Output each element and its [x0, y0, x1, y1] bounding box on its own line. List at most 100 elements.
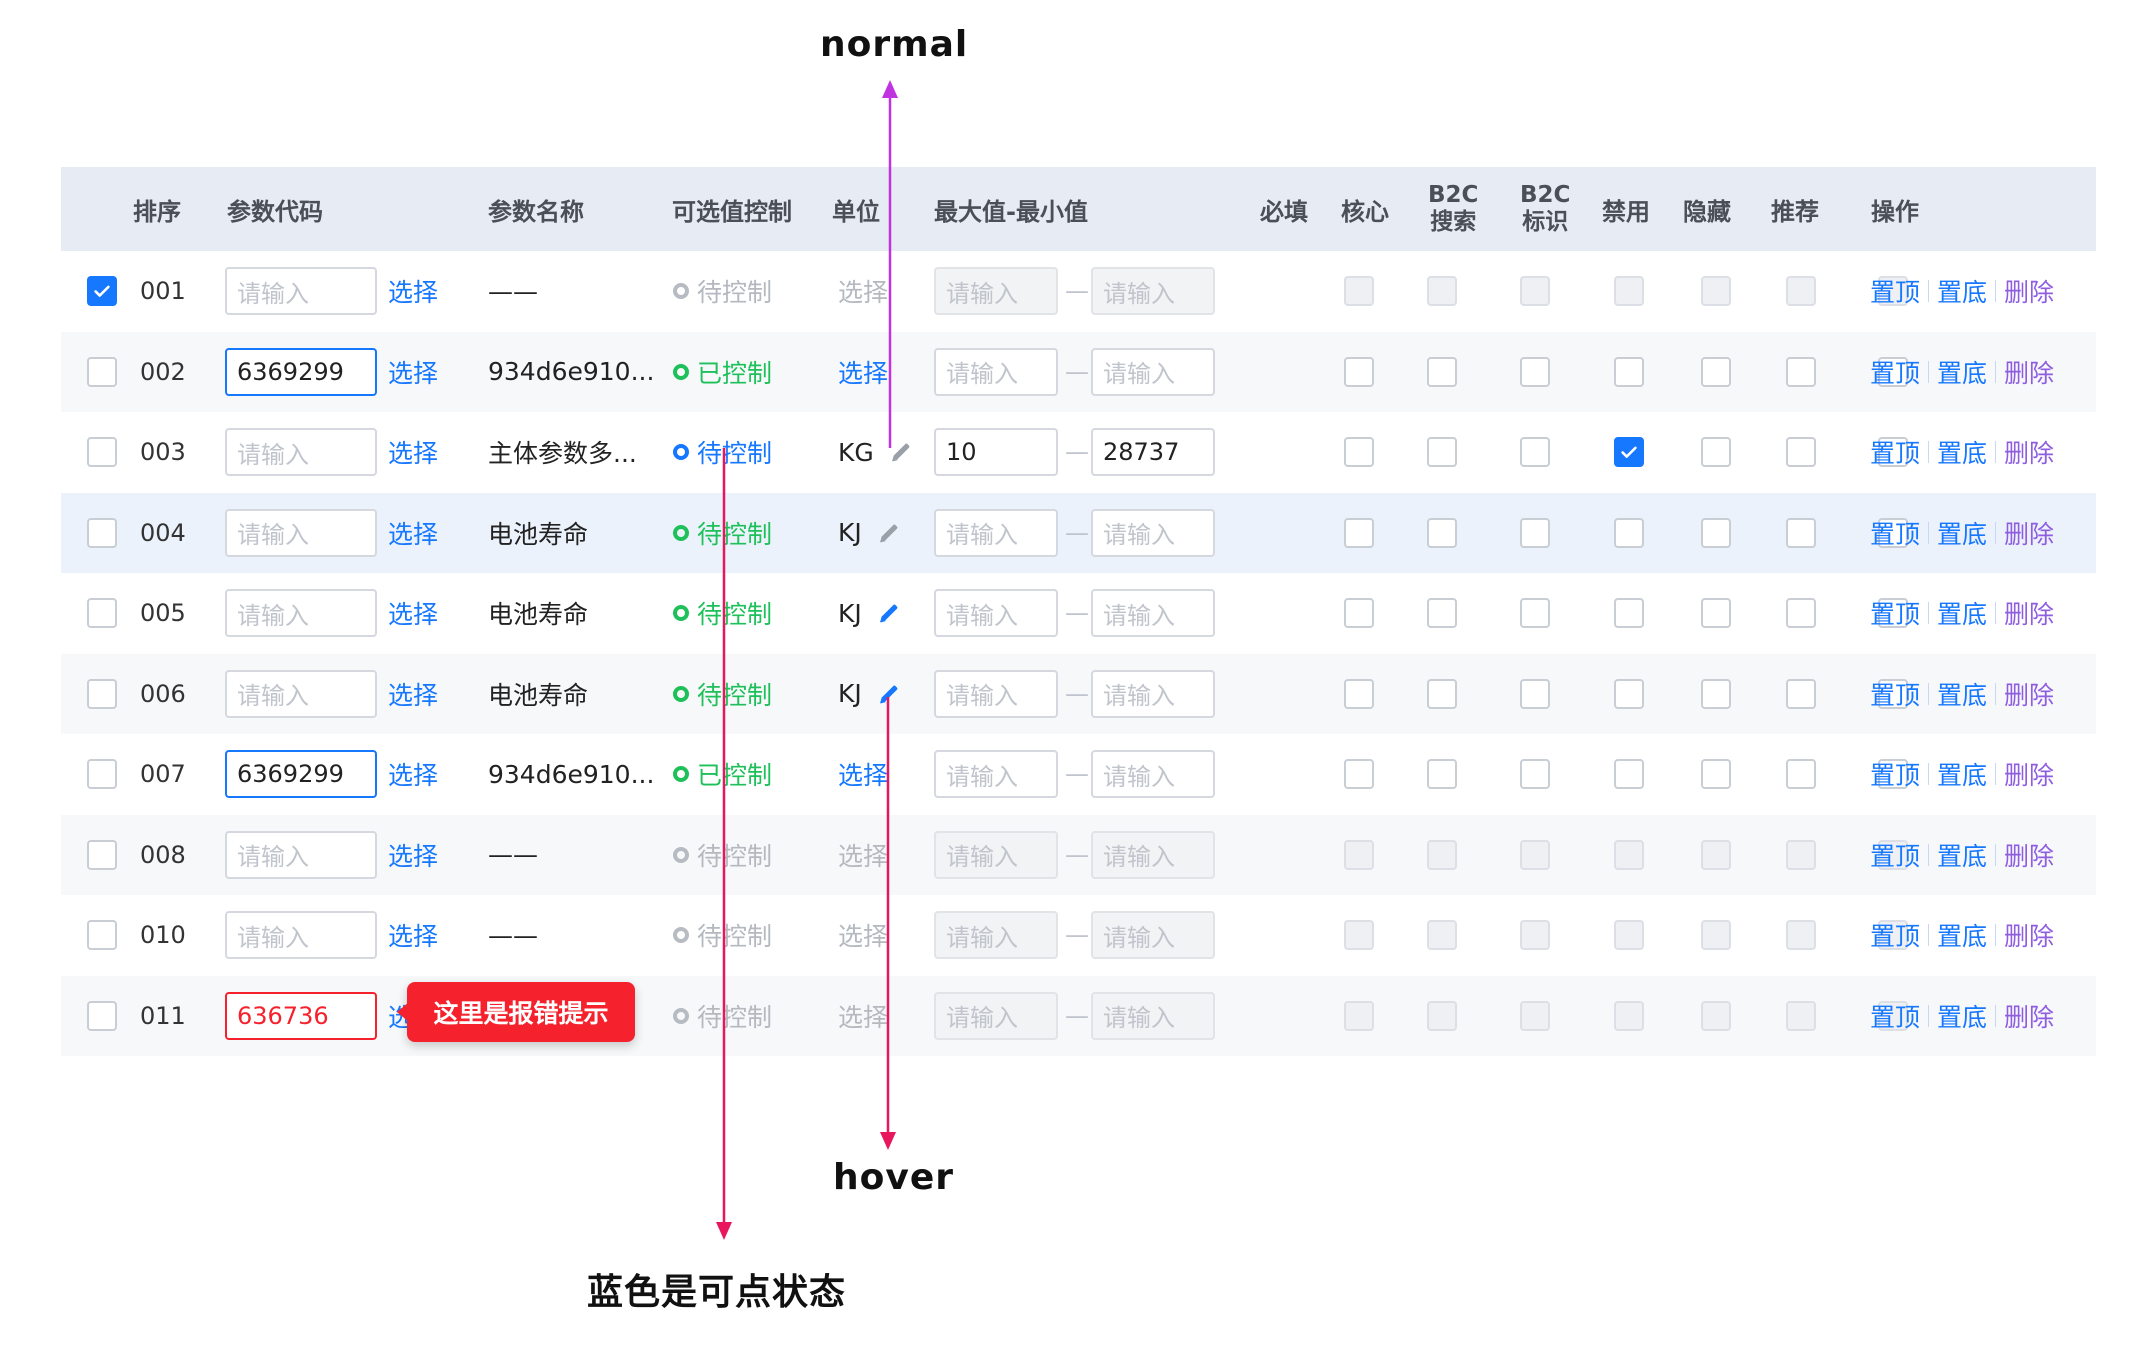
code-input[interactable]: 请输入 [225, 589, 377, 638]
code-input[interactable]: 636736 [225, 991, 377, 1040]
move-bottom-link[interactable]: 置底 [1937, 917, 1987, 953]
row-select-checkbox[interactable] [87, 759, 117, 790]
code-select-link[interactable]: 选择 [388, 273, 438, 309]
edit-pencil-icon[interactable] [876, 600, 902, 626]
delete-link[interactable]: 删除 [2004, 998, 2054, 1034]
edit-pencil-icon[interactable] [876, 681, 902, 707]
row-select-checkbox[interactable] [87, 920, 117, 951]
code-input[interactable]: 请输入 [225, 508, 377, 557]
code-input[interactable]: 请输入 [225, 669, 377, 718]
delete-link[interactable]: 删除 [2004, 756, 2054, 792]
move-bottom-link[interactable]: 置底 [1937, 595, 1987, 631]
unit-value[interactable]: KJ [838, 599, 902, 628]
delete-link[interactable]: 删除 [2004, 354, 2054, 390]
code-select-link[interactable]: 选择 [388, 676, 438, 712]
unit-value[interactable]: 选择 [838, 756, 888, 792]
move-top-link[interactable]: 置顶 [1870, 354, 1920, 390]
move-bottom-link[interactable]: 置底 [1937, 756, 1987, 792]
control-status[interactable]: 已控制 [673, 354, 772, 390]
move-bottom-link[interactable]: 置底 [1937, 515, 1987, 551]
code-select-link[interactable]: 选择 [388, 595, 438, 631]
delete-link[interactable]: 删除 [2004, 676, 2054, 712]
delete-link[interactable]: 删除 [2004, 273, 2054, 309]
move-bottom-link[interactable]: 置底 [1937, 434, 1987, 470]
core-checkbox[interactable] [1427, 759, 1457, 790]
code-select-link[interactable]: 选择 [388, 515, 438, 551]
range-min-input[interactable]: 请输入 [934, 589, 1058, 638]
required-checkbox[interactable] [1344, 517, 1374, 548]
move-bottom-link[interactable]: 置底 [1937, 676, 1987, 712]
disabled-checkbox[interactable] [1701, 598, 1731, 629]
required-checkbox[interactable] [1344, 437, 1374, 468]
move-bottom-link[interactable]: 置底 [1937, 837, 1987, 873]
row-select-checkbox[interactable] [87, 517, 117, 548]
hidden-checkbox[interactable] [1786, 759, 1816, 790]
unit-value[interactable]: 选择 [838, 354, 888, 390]
control-status[interactable]: 已控制 [673, 756, 772, 792]
move-top-link[interactable]: 置顶 [1870, 676, 1920, 712]
core-checkbox[interactable] [1427, 678, 1457, 709]
b2c-search-checkbox[interactable] [1520, 437, 1550, 468]
disabled-checkbox[interactable] [1701, 759, 1731, 790]
code-input[interactable]: 6369299 [225, 750, 377, 799]
disabled-checkbox[interactable] [1701, 517, 1731, 548]
core-checkbox[interactable] [1427, 437, 1457, 468]
row-select-checkbox[interactable] [87, 839, 117, 870]
code-select-link[interactable]: 选择 [388, 756, 438, 792]
row-select-checkbox[interactable] [87, 598, 117, 629]
delete-link[interactable]: 删除 [2004, 917, 2054, 953]
move-top-link[interactable]: 置顶 [1870, 434, 1920, 470]
range-max-input[interactable]: 请输入 [1091, 589, 1215, 638]
core-checkbox[interactable] [1427, 356, 1457, 387]
control-status[interactable]: 待控制 [673, 515, 772, 551]
delete-link[interactable]: 删除 [2004, 515, 2054, 551]
hidden-checkbox[interactable] [1786, 356, 1816, 387]
range-max-input[interactable]: 请输入 [1091, 508, 1215, 557]
b2c-mark-checkbox[interactable] [1614, 517, 1644, 548]
code-select-link[interactable]: 选择 [388, 354, 438, 390]
hidden-checkbox[interactable] [1786, 437, 1816, 468]
row-select-checkbox[interactable] [87, 1000, 117, 1031]
delete-link[interactable]: 删除 [2004, 434, 2054, 470]
code-input[interactable]: 请输入 [225, 428, 377, 477]
unit-value[interactable]: KJ [838, 679, 902, 708]
b2c-mark-checkbox[interactable] [1614, 356, 1644, 387]
row-select-checkbox[interactable] [87, 276, 117, 307]
unit-value[interactable]: KJ [838, 518, 902, 547]
row-select-checkbox[interactable] [87, 678, 117, 709]
code-input[interactable]: 6369299 [225, 347, 377, 396]
b2c-mark-checkbox[interactable] [1614, 678, 1644, 709]
edit-pencil-icon[interactable] [876, 520, 902, 546]
delete-link[interactable]: 删除 [2004, 837, 2054, 873]
b2c-search-checkbox[interactable] [1520, 759, 1550, 790]
move-top-link[interactable]: 置顶 [1870, 515, 1920, 551]
required-checkbox[interactable] [1344, 598, 1374, 629]
hidden-checkbox[interactable] [1786, 517, 1816, 548]
code-input[interactable]: 请输入 [225, 267, 377, 316]
move-bottom-link[interactable]: 置底 [1937, 273, 1987, 309]
disabled-checkbox[interactable] [1701, 356, 1731, 387]
code-input[interactable]: 请输入 [225, 830, 377, 879]
b2c-search-checkbox[interactable] [1520, 517, 1550, 548]
b2c-search-checkbox[interactable] [1520, 678, 1550, 709]
hidden-checkbox[interactable] [1786, 678, 1816, 709]
move-top-link[interactable]: 置顶 [1870, 595, 1920, 631]
move-bottom-link[interactable]: 置底 [1937, 354, 1987, 390]
range-max-input[interactable]: 请输入 [1091, 347, 1215, 396]
delete-link[interactable]: 删除 [2004, 595, 2054, 631]
move-top-link[interactable]: 置顶 [1870, 837, 1920, 873]
hidden-checkbox[interactable] [1786, 598, 1816, 629]
code-select-link[interactable]: 选择 [388, 917, 438, 953]
range-min-input[interactable]: 请输入 [934, 347, 1058, 396]
b2c-mark-checkbox[interactable] [1614, 759, 1644, 790]
range-min-input[interactable]: 10 [934, 428, 1058, 477]
edit-pencil-icon[interactable] [888, 439, 914, 465]
range-max-input[interactable]: 请输入 [1091, 669, 1215, 718]
disabled-checkbox[interactable] [1701, 437, 1731, 468]
move-top-link[interactable]: 置顶 [1870, 917, 1920, 953]
control-status[interactable]: 待控制 [673, 595, 772, 631]
b2c-mark-checkbox[interactable] [1614, 598, 1644, 629]
range-min-input[interactable]: 请输入 [934, 508, 1058, 557]
b2c-search-checkbox[interactable] [1520, 598, 1550, 629]
required-checkbox[interactable] [1344, 759, 1374, 790]
